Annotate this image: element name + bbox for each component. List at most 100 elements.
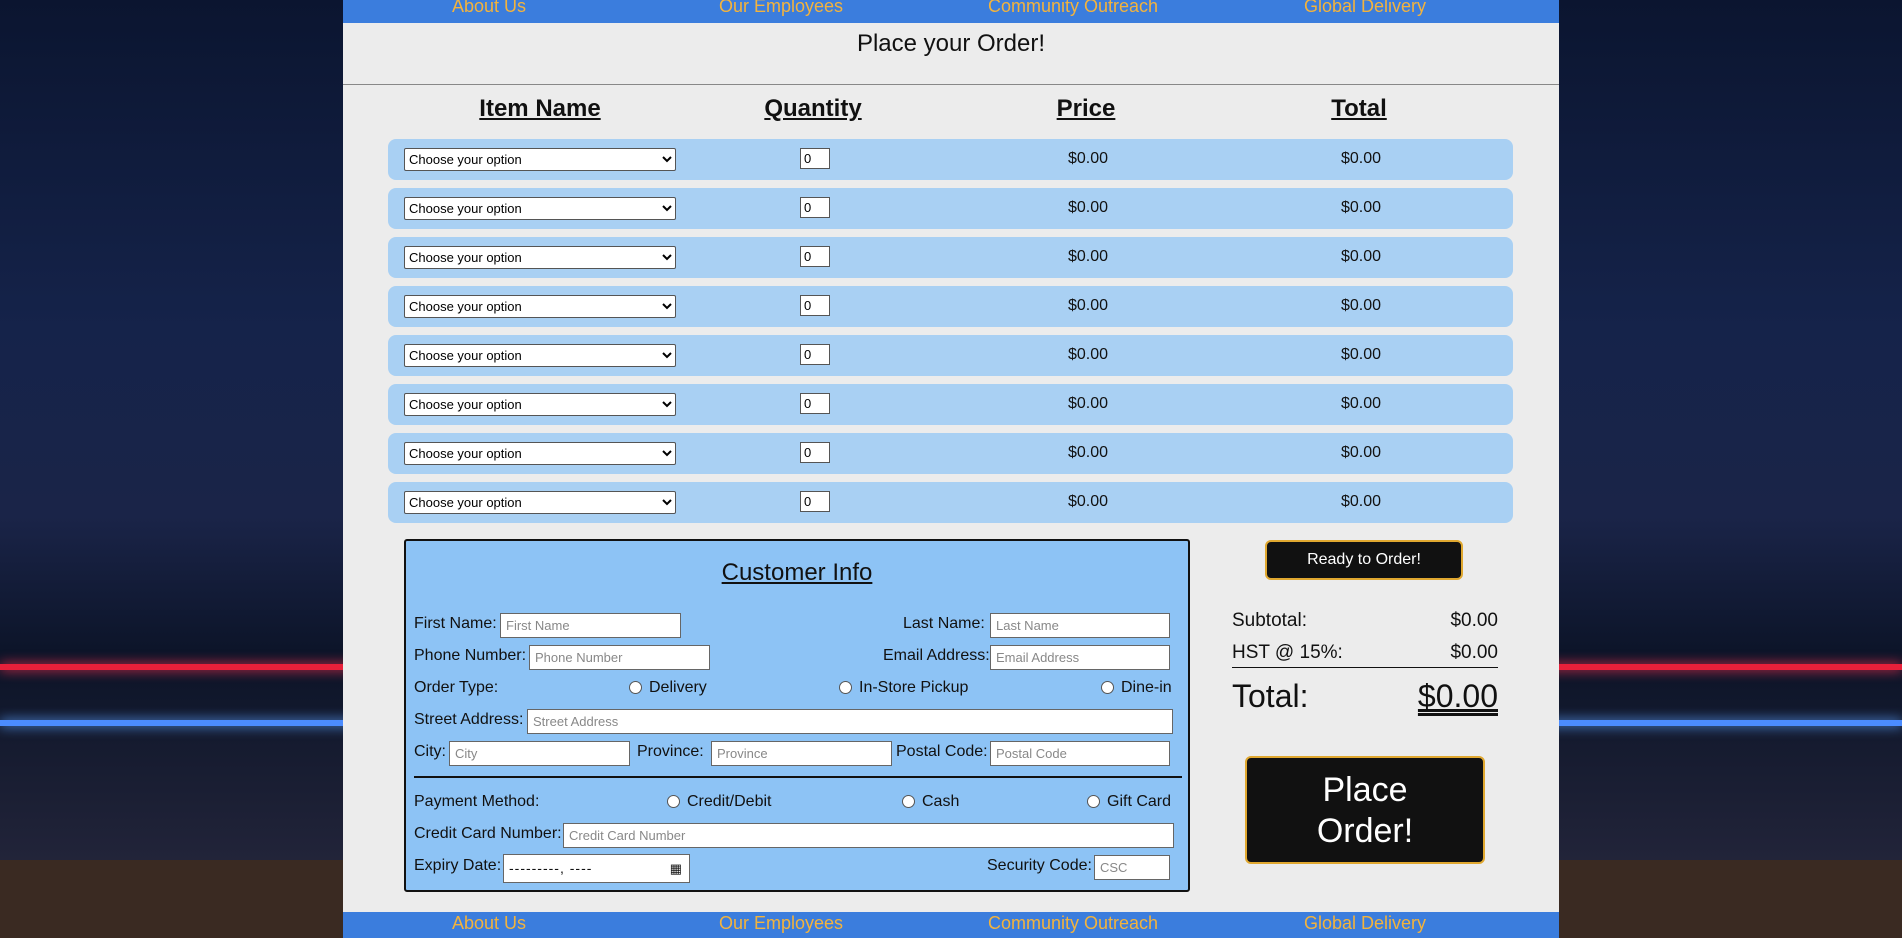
- total-label: Total:: [1232, 678, 1309, 714]
- expiry-date-value: ---------, ----: [509, 860, 593, 876]
- order-row: Choose your option $0.00 $0.00: [388, 335, 1513, 376]
- city-label: City:: [414, 743, 446, 760]
- postal-code-label: Postal Code:: [896, 743, 988, 760]
- email-label: Email Address:: [883, 647, 990, 664]
- item-total: $0.00: [1340, 444, 1382, 461]
- calendar-icon[interactable]: ▦: [670, 855, 683, 882]
- total-value: $0.00: [1417, 678, 1498, 714]
- payment-divider: [414, 776, 1182, 778]
- item-select[interactable]: Choose your option: [404, 148, 676, 171]
- footer-global-delivery[interactable]: Global Delivery: [1219, 912, 1511, 938]
- order-row: Choose your option $0.00 $0.00: [388, 433, 1513, 474]
- postal-code-field[interactable]: [990, 741, 1170, 766]
- order-page: About Us Our Employees Community Outreac…: [343, 0, 1559, 938]
- item-select[interactable]: Choose your option: [404, 197, 676, 220]
- quantity-input[interactable]: [800, 344, 830, 365]
- email-field[interactable]: [990, 645, 1170, 670]
- quantity-input[interactable]: [800, 393, 830, 414]
- item-total: $0.00: [1340, 346, 1382, 363]
- last-name-label: Last Name:: [903, 615, 985, 632]
- cash-label: Cash: [922, 793, 960, 810]
- item-total: $0.00: [1340, 199, 1382, 216]
- quantity-input[interactable]: [800, 197, 830, 218]
- header-total: Total: [1331, 95, 1387, 122]
- nav-community-outreach[interactable]: Community Outreach: [927, 0, 1219, 23]
- delivery-label: Delivery: [649, 679, 707, 696]
- security-code-field[interactable]: [1094, 855, 1170, 880]
- top-nav: About Us Our Employees Community Outreac…: [343, 0, 1559, 23]
- expiry-date-field[interactable]: ---------, ---- ▦: [503, 854, 690, 883]
- title-divider: [343, 84, 1559, 85]
- item-select[interactable]: Choose your option: [404, 442, 676, 465]
- quantity-input[interactable]: [800, 491, 830, 512]
- gift-card-radio[interactable]: [1087, 795, 1100, 808]
- nav-global-delivery[interactable]: Global Delivery: [1219, 0, 1511, 23]
- footer-community-outreach[interactable]: Community Outreach: [927, 912, 1219, 938]
- quantity-input[interactable]: [800, 246, 830, 267]
- quantity-input[interactable]: [800, 442, 830, 463]
- header-price: Price: [1056, 95, 1116, 122]
- street-field[interactable]: [527, 709, 1173, 734]
- item-total: $0.00: [1340, 395, 1382, 412]
- security-code-label: Security Code:: [987, 857, 1092, 874]
- credit-debit-label: Credit/Debit: [687, 793, 772, 810]
- cash-radio[interactable]: [902, 795, 915, 808]
- city-field[interactable]: [449, 741, 630, 766]
- pickup-label: In-Store Pickup: [859, 679, 969, 696]
- header-item-name: Item Name: [479, 95, 601, 122]
- gift-card-label: Gift Card: [1107, 793, 1172, 810]
- item-total: $0.00: [1340, 297, 1382, 314]
- item-price: $0.00: [1067, 395, 1109, 412]
- item-price: $0.00: [1067, 493, 1109, 510]
- place-order-button[interactable]: Place Order!: [1245, 756, 1485, 864]
- summary-divider: [1232, 667, 1498, 668]
- first-name-label: First Name:: [414, 615, 497, 632]
- phone-field[interactable]: [529, 645, 710, 670]
- item-total: $0.00: [1340, 248, 1382, 265]
- pickup-radio[interactable]: [839, 681, 852, 694]
- delivery-radio[interactable]: [629, 681, 642, 694]
- item-select[interactable]: Choose your option: [404, 393, 676, 416]
- order-row: Choose your option $0.00 $0.00: [388, 286, 1513, 327]
- item-price: $0.00: [1067, 297, 1109, 314]
- item-price: $0.00: [1067, 248, 1109, 265]
- dine-in-radio[interactable]: [1101, 681, 1114, 694]
- item-price: $0.00: [1067, 346, 1109, 363]
- hst-value: $0.00: [1450, 642, 1498, 663]
- nav-our-employees[interactable]: Our Employees: [635, 0, 927, 23]
- payment-method-label: Payment Method:: [414, 793, 540, 810]
- item-select[interactable]: Choose your option: [404, 295, 676, 318]
- first-name-field[interactable]: [500, 613, 681, 638]
- street-label: Street Address:: [414, 711, 524, 728]
- quantity-input[interactable]: [800, 295, 830, 316]
- order-row: Choose your option $0.00 $0.00: [388, 482, 1513, 523]
- order-row: Choose your option $0.00 $0.00: [388, 384, 1513, 425]
- hst-label: HST @ 15%:: [1232, 642, 1343, 663]
- place-order-label-line-2: Order!: [1316, 812, 1414, 850]
- ready-to-order-button[interactable]: Ready to Order!: [1265, 540, 1463, 580]
- last-name-field[interactable]: [990, 613, 1170, 638]
- footer-our-employees[interactable]: Our Employees: [635, 912, 927, 938]
- province-field[interactable]: [711, 741, 892, 766]
- bottom-nav: About Us Our Employees Community Outreac…: [343, 912, 1559, 938]
- page-title: Place your Order!: [856, 30, 1046, 57]
- footer-about-us[interactable]: About Us: [343, 912, 635, 938]
- dine-in-label: Dine-in: [1121, 679, 1172, 696]
- credit-card-field[interactable]: [563, 823, 1174, 848]
- item-price: $0.00: [1067, 444, 1109, 461]
- quantity-input[interactable]: [800, 148, 830, 169]
- credit-card-label: Credit Card Number:: [414, 825, 562, 842]
- item-select[interactable]: Choose your option: [404, 344, 676, 367]
- item-select[interactable]: Choose your option: [404, 246, 676, 269]
- item-select[interactable]: Choose your option: [404, 491, 676, 514]
- item-price: $0.00: [1067, 150, 1109, 167]
- expiry-label: Expiry Date:: [414, 857, 502, 874]
- customer-info-panel: Customer Info First Name: Last Name: Pho…: [404, 539, 1190, 892]
- order-row: Choose your option $0.00 $0.00: [388, 139, 1513, 180]
- customer-info-title: Customer Info: [721, 559, 873, 586]
- credit-debit-radio[interactable]: [667, 795, 680, 808]
- nav-about-us[interactable]: About Us: [343, 0, 635, 23]
- item-total: $0.00: [1340, 493, 1382, 510]
- item-total: $0.00: [1340, 150, 1382, 167]
- subtotal-value: $0.00: [1450, 610, 1498, 631]
